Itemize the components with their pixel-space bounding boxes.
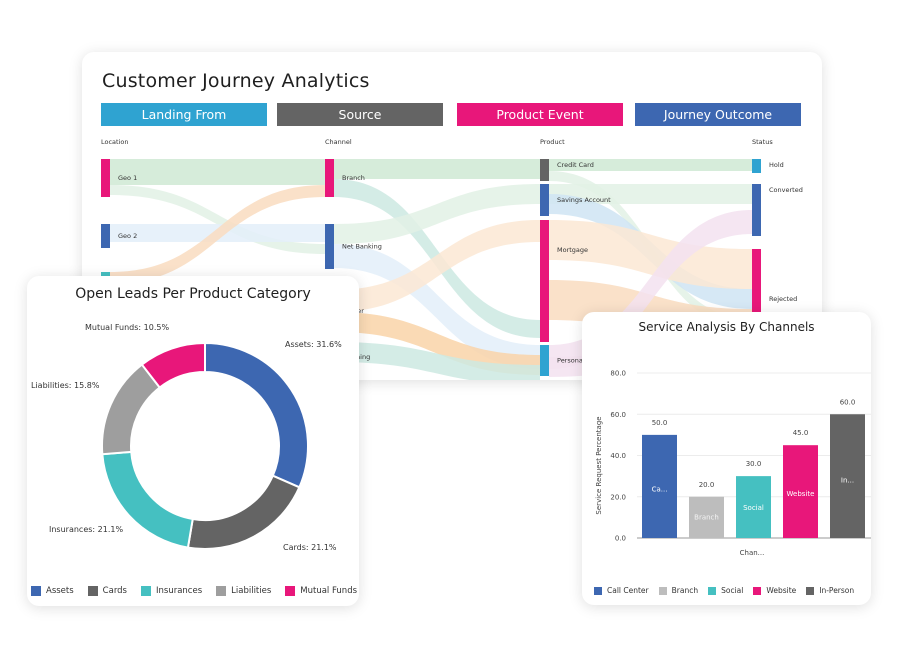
donut-slice-liabilities[interactable] — [101, 363, 162, 456]
sankey-node-label: Persona — [557, 357, 583, 365]
bar-chart: 0.0 20.0 40.0 60.0 80.0 Service Request Perce… — [595, 370, 871, 557]
sankey-node-label: Geo 1 — [118, 174, 137, 182]
donut-slice-label: Cards: 21.1% — [283, 543, 337, 552]
bar-value-label: 50.0 — [652, 419, 668, 427]
legend-swatch — [753, 586, 762, 595]
donut-legend: Assets Cards Insurances Liabilities Mutual F… — [31, 586, 357, 596]
legend-label: Liabilities — [231, 586, 272, 596]
y-tick-label: 0.0 — [615, 535, 626, 543]
legend-label: Insurances — [156, 586, 203, 596]
sankey-node-label: Savings Account — [557, 196, 611, 204]
legend-label: Mutual Funds — [300, 586, 358, 596]
donut-chart: Assets: 31.6% Cards: 21.1% Insurances: 21.… — [31, 323, 342, 552]
bar-value-label: 60.0 — [840, 398, 856, 406]
legend-label: Assets — [46, 586, 74, 596]
donut-slice-cards[interactable] — [186, 474, 301, 550]
legend-label: Cards — [102, 586, 127, 596]
legend-swatch — [31, 586, 41, 596]
legend-swatch — [285, 586, 296, 596]
y-tick-label: 60.0 — [610, 411, 626, 419]
y-tick-label: 20.0 — [610, 493, 626, 501]
sankey-node-channel[interactable] — [325, 224, 334, 269]
legend-swatch — [594, 586, 602, 595]
legend-item-mutual-funds[interactable]: Mutual Funds — [285, 586, 357, 596]
legend-item-liabilities[interactable]: Liabilities — [216, 586, 271, 596]
sankey-flow — [110, 159, 325, 185]
y-axis-label: Service Request Percentage — [595, 416, 603, 514]
donut-slice-assets[interactable] — [204, 341, 309, 489]
bar-value-label: 45.0 — [793, 429, 809, 437]
donut-slice-label: Insurances: 21.1% — [49, 525, 123, 534]
bar-inner-label: Ca... — [652, 486, 668, 494]
bar-legend: Call Center Branch Social Website In-Person — [594, 586, 854, 595]
bar-inner-label: Website — [787, 490, 815, 498]
donut-slice-label: Mutual Funds: 10.5% — [85, 323, 169, 332]
legend-swatch — [658, 586, 667, 595]
sankey-node-product[interactable] — [540, 220, 549, 342]
donut-slice-label: Liabilities: 15.8% — [31, 381, 100, 390]
legend-label: Branch — [671, 586, 699, 595]
sankey-node-label: Geo 2 — [118, 232, 137, 240]
legend-item-insurances[interactable]: Insurances — [141, 586, 202, 596]
legend-label: Website — [766, 586, 797, 595]
y-tick-label: 80.0 — [610, 370, 626, 378]
bar-value-label: 20.0 — [699, 481, 715, 489]
bar-value-label: 30.0 — [746, 460, 762, 468]
legend-label: Social — [721, 586, 744, 595]
bar-inner-label: Social — [743, 504, 764, 512]
sankey-node-label: Rejected — [769, 295, 797, 303]
legend-swatch — [806, 586, 815, 595]
sankey-node-label: Mortgage — [557, 246, 588, 254]
legend-swatch — [216, 586, 227, 596]
legend-item-website[interactable]: Website — [753, 586, 796, 595]
legend-swatch — [141, 586, 151, 596]
sankey-node-label: Branch — [342, 174, 365, 182]
legend-label: In-Person — [819, 586, 855, 595]
sankey-node-label: Net Banking — [342, 243, 382, 251]
legend-item-social[interactable]: Social — [708, 586, 743, 595]
sankey-node-status[interactable] — [752, 159, 761, 173]
sankey-node-label: Hold — [769, 161, 784, 169]
open-leads-card: Open Leads Per Product Category Assets: … — [27, 276, 359, 606]
sankey-node-location[interactable] — [101, 224, 110, 248]
sankey-node-label: Converted — [769, 186, 803, 194]
sankey-node-status[interactable] — [752, 184, 761, 236]
sankey-node-product[interactable] — [540, 345, 549, 376]
x-axis-label: Chan... — [740, 549, 765, 557]
sankey-node-product[interactable] — [540, 184, 549, 216]
y-tick-label: 40.0 — [610, 452, 626, 460]
sankey-node-product[interactable] — [540, 159, 549, 181]
legend-swatch — [708, 586, 717, 595]
legend-item-assets[interactable]: Assets — [31, 586, 74, 596]
donut-slice-label: Assets: 31.6% — [285, 340, 342, 349]
legend-item-in-person[interactable]: In-Person — [806, 586, 854, 595]
sankey-node-label: Credit Card — [557, 161, 594, 169]
bar-inner-label: In... — [841, 476, 854, 484]
legend-item-call-center[interactable]: Call Center — [594, 586, 649, 595]
legend-swatch — [87, 586, 98, 596]
legend-label: Call Center — [607, 586, 649, 595]
sankey-node-channel[interactable] — [325, 159, 334, 197]
bar-inner-label: Branch — [694, 513, 719, 521]
sankey-node-location[interactable] — [101, 159, 110, 197]
legend-item-cards[interactable]: Cards — [87, 586, 127, 596]
service-analysis-card: Service Analysis By Channels 0.0 20.0 40.0… — [582, 312, 871, 605]
legend-item-branch[interactable]: Branch — [658, 586, 699, 595]
